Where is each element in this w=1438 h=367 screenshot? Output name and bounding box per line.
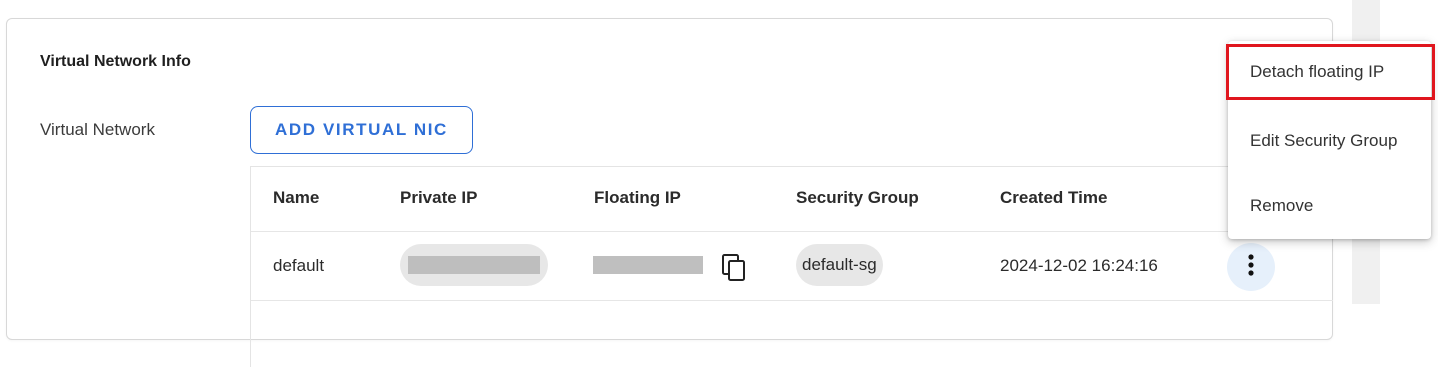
redacted-bar xyxy=(408,256,540,274)
column-header-security-group[interactable]: Security Group xyxy=(796,188,919,208)
menu-item-edit-security-group[interactable]: Edit Security Group xyxy=(1228,115,1431,167)
column-header-floating-ip[interactable]: Floating IP xyxy=(594,188,681,208)
floating-ip-redacted xyxy=(593,256,703,274)
menu-item-detach-floating-ip[interactable]: Detach floating IP xyxy=(1226,44,1435,100)
virtual-network-card: Virtual Network Info Virtual Network ADD… xyxy=(6,18,1333,367)
column-header-private-ip[interactable]: Private IP xyxy=(400,188,478,208)
copy-icon[interactable] xyxy=(721,254,747,282)
row-actions-menu: Detach floating IP Edit Security Group R… xyxy=(1226,41,1435,239)
row-actions-button[interactable] xyxy=(1227,243,1275,291)
column-header-name[interactable]: Name xyxy=(273,188,319,208)
table-row: default default-sg 2024-12-02 16:24:16 xyxy=(251,232,1333,301)
table-header: Name Private IP Floating IP Security Gro… xyxy=(251,167,1333,232)
column-header-created-time[interactable]: Created Time xyxy=(1000,188,1107,208)
nic-table: Name Private IP Floating IP Security Gro… xyxy=(250,166,1333,367)
virtual-network-label: Virtual Network xyxy=(40,120,155,139)
cell-name: default xyxy=(273,256,325,275)
more-vert-icon xyxy=(1248,253,1254,281)
card-title: Virtual Network Info xyxy=(40,53,191,70)
add-virtual-nic-button[interactable]: ADD VIRTUAL NIC xyxy=(250,106,473,154)
private-ip-redacted xyxy=(400,244,548,286)
security-group-chip: default-sg xyxy=(796,244,883,286)
cell-created-time: 2024-12-02 16:24:16 xyxy=(1000,256,1158,275)
menu-item-remove[interactable]: Remove xyxy=(1228,180,1431,232)
